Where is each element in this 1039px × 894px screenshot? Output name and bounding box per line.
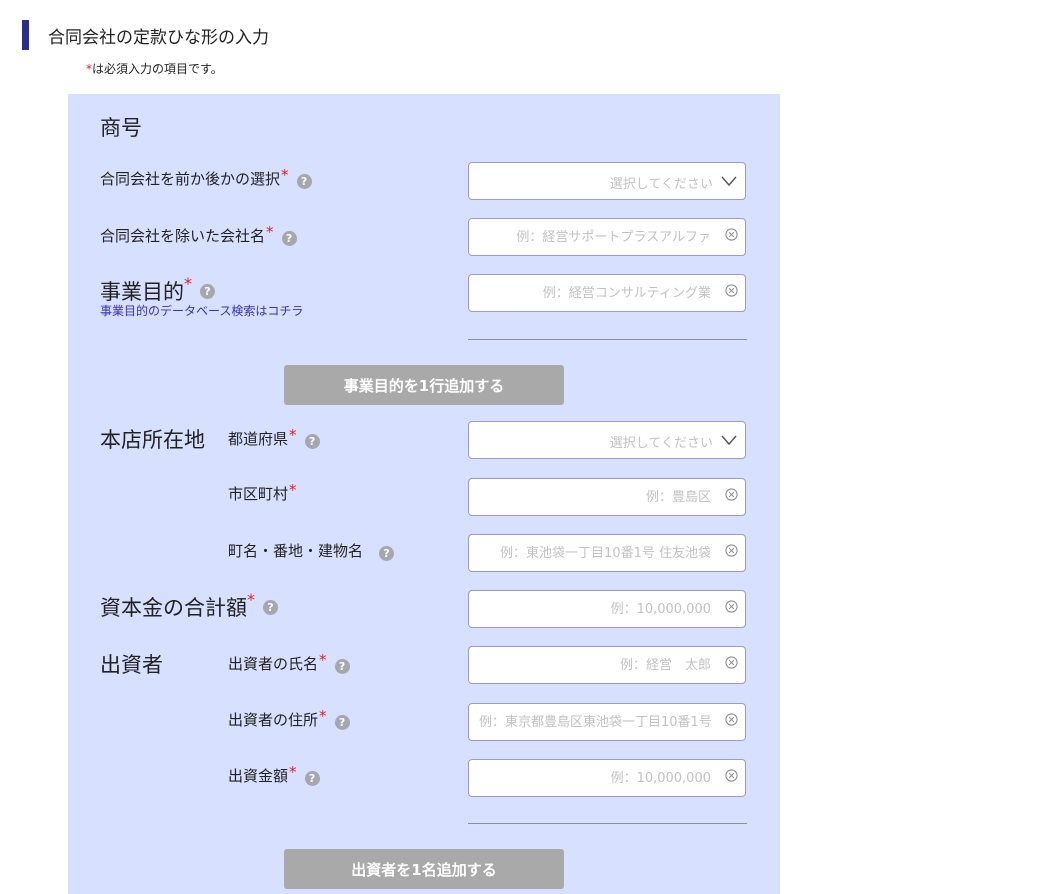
company-name-input[interactable] bbox=[469, 219, 745, 255]
required-star: * bbox=[289, 480, 297, 499]
investor-address-input[interactable] bbox=[469, 704, 745, 740]
required-star: * bbox=[319, 706, 327, 725]
section-title-head-office: 本店所在地 bbox=[100, 428, 205, 452]
investment-amount-label-text: 出資金額 bbox=[228, 767, 289, 785]
street-address-label-text: 町名・番地・建物名 bbox=[228, 542, 364, 560]
capital-label: 資本金の合計額 *? bbox=[100, 589, 278, 622]
position-select-value: 選択してください bbox=[609, 177, 713, 192]
company-name-field bbox=[468, 218, 746, 256]
city-label: 市区町村 * bbox=[228, 480, 297, 504]
city-label-text: 市区町村 bbox=[228, 485, 289, 503]
section-title-investor: 出資者 bbox=[100, 653, 163, 677]
add-business-purpose-button[interactable]: 事業目的を1行追加する bbox=[284, 365, 564, 405]
capital-input[interactable] bbox=[469, 591, 745, 627]
required-star: * bbox=[247, 589, 255, 609]
required-star: * bbox=[289, 425, 297, 444]
investor-name-label: 出資者の氏名 *? bbox=[228, 650, 350, 674]
investor-name-label-text: 出資者の氏名 bbox=[228, 655, 319, 673]
investment-amount-field bbox=[468, 759, 746, 797]
required-star: * bbox=[289, 762, 297, 781]
clear-icon[interactable] bbox=[725, 488, 738, 501]
divider bbox=[468, 823, 747, 824]
clear-icon[interactable] bbox=[725, 656, 738, 669]
required-star: * bbox=[184, 273, 192, 293]
company-name-label-text: 合同会社を除いた会社名 bbox=[100, 227, 266, 245]
header-accent-bar bbox=[22, 20, 29, 50]
page-header: 合同会社の定款ひな形の入力 bbox=[22, 20, 269, 50]
investor-address-label-text: 出資者の住所 bbox=[228, 711, 319, 729]
chevron-down-icon bbox=[721, 176, 737, 187]
help-icon[interactable]: ? bbox=[334, 659, 350, 674]
business-purpose-field bbox=[468, 274, 746, 312]
clear-icon[interactable] bbox=[725, 544, 738, 557]
help-icon[interactable]: ? bbox=[263, 599, 278, 615]
position-select-label-text: 合同会社を前か後かの選択 bbox=[100, 170, 281, 188]
help-icon[interactable]: ? bbox=[281, 231, 297, 246]
city-field bbox=[468, 478, 746, 516]
section-title-shogo: 商号 bbox=[100, 116, 142, 140]
street-address-field bbox=[468, 534, 746, 572]
company-name-label: 合同会社を除いた会社名 *? bbox=[100, 222, 297, 246]
business-purpose-input[interactable] bbox=[469, 275, 745, 311]
business-purpose-db-link[interactable]: 事業目的のデータベース検索はコチラ bbox=[100, 302, 303, 319]
investment-amount-label: 出資金額 *? bbox=[228, 762, 320, 786]
prefecture-select[interactable]: 選択してください bbox=[468, 421, 746, 459]
position-select-label: 合同会社を前か後かの選択 *? bbox=[100, 165, 312, 189]
add-investor-button[interactable]: 出資者を1名追加する bbox=[284, 849, 564, 889]
prefecture-select-value: 選択してください bbox=[609, 436, 713, 451]
capital-field bbox=[468, 590, 746, 628]
help-icon[interactable]: ? bbox=[304, 771, 320, 786]
divider bbox=[468, 339, 747, 340]
required-star: * bbox=[281, 165, 289, 184]
investor-name-input[interactable] bbox=[469, 647, 745, 683]
position-select[interactable]: 選択してください bbox=[468, 162, 746, 200]
clear-icon[interactable] bbox=[725, 600, 738, 613]
street-address-input[interactable] bbox=[469, 535, 745, 571]
investor-name-field bbox=[468, 646, 746, 684]
required-note: *は必須入力の項目です。 bbox=[86, 60, 223, 77]
prefecture-label-text: 都道府県 bbox=[228, 430, 289, 448]
page-title: 合同会社の定款ひな形の入力 bbox=[48, 27, 269, 48]
help-icon[interactable]: ? bbox=[200, 283, 215, 299]
help-icon[interactable]: ? bbox=[296, 174, 312, 189]
required-note-text: は必須入力の項目です。 bbox=[92, 62, 223, 76]
investment-amount-input[interactable] bbox=[469, 760, 745, 796]
clear-icon[interactable] bbox=[725, 769, 738, 782]
clear-icon[interactable] bbox=[725, 284, 738, 297]
chevron-down-icon bbox=[721, 435, 737, 446]
city-input[interactable] bbox=[469, 479, 745, 515]
investor-address-field bbox=[468, 703, 746, 741]
clear-icon[interactable] bbox=[725, 228, 738, 241]
capital-label-text: 資本金の合計額 bbox=[100, 596, 247, 620]
prefecture-label: 都道府県 *? bbox=[228, 425, 320, 449]
investor-address-label: 出資者の住所 *? bbox=[228, 706, 350, 730]
help-icon[interactable]: ? bbox=[334, 715, 350, 730]
help-icon[interactable]: ? bbox=[379, 546, 395, 561]
help-icon[interactable]: ? bbox=[304, 434, 320, 449]
street-address-label: 町名・番地・建物名? bbox=[228, 540, 395, 561]
required-star: * bbox=[266, 222, 274, 241]
required-star: * bbox=[319, 650, 327, 669]
clear-icon[interactable] bbox=[725, 713, 738, 726]
